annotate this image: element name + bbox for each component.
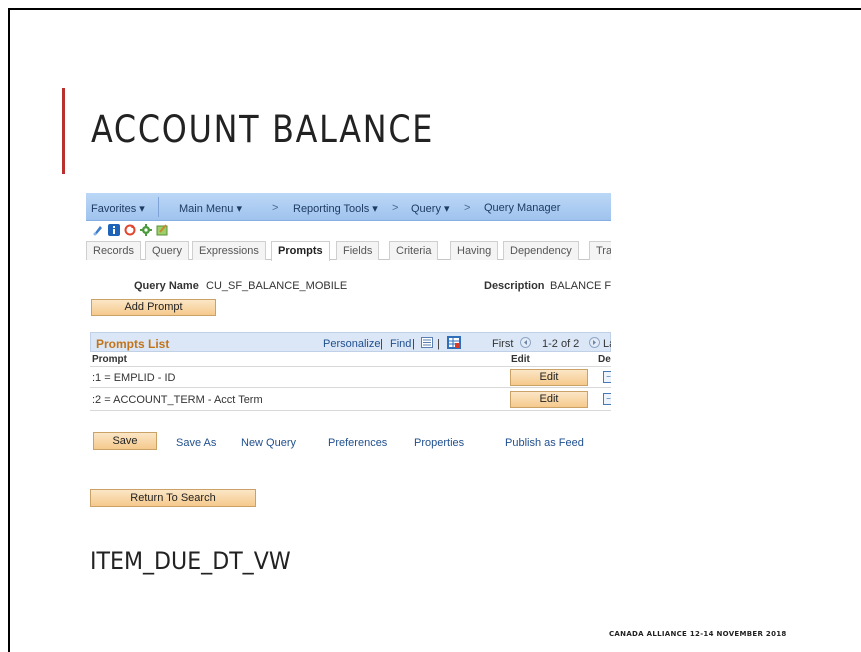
return-to-search-button[interactable]: Return To Search [90,489,256,507]
find-link[interactable]: Find [390,338,411,350]
breadcrumb-separator: > [272,202,279,214]
main-menu[interactable]: Main Menu ▾ [179,202,242,215]
tab-having[interactable]: Having [450,241,499,260]
query-tabs: Records Query Expressions Prompts Fields… [86,239,611,261]
table-row: :2 = ACCOUNT_TERM - Acct Term Edit − [90,389,611,411]
personalize-link[interactable]: Personalize [323,338,380,350]
favorites-menu[interactable]: Favorites ▾ [91,202,145,215]
nav-divider [158,197,159,217]
tab-records[interactable]: Records [86,241,141,260]
record-name-label: ITEM_DUE_DT_VW [90,547,291,575]
tab-criteria[interactable]: Criteria [389,241,439,260]
prompts-list-header: Prompts List Personalize | Find | | Firs… [90,332,611,352]
table-row: :1 = EMPLID - ID Edit − [90,366,611,388]
view-all-icon[interactable] [421,337,433,348]
add-prompt-button[interactable]: Add Prompt [91,299,216,316]
query-menu[interactable]: Query ▾ [411,202,450,215]
prompt-cell: :1 = EMPLID - ID [92,372,176,384]
last-label[interactable]: La [603,338,611,350]
breadcrumb-separator: > [392,202,399,214]
grid-separator: | [412,338,415,350]
tab-fields[interactable]: Fields [336,241,380,260]
download-icon[interactable] [447,336,461,349]
tab-dependency[interactable]: Dependency [503,241,579,260]
tab-prompts[interactable]: Prompts [271,241,330,261]
grid-separator: | [437,338,440,350]
edit-prompt-button[interactable]: Edit [510,391,588,408]
query-name-label: Query Name [134,280,199,292]
breadcrumb-separator: > [464,202,471,214]
first-label[interactable]: First [492,338,513,350]
save-button[interactable]: Save [93,432,157,450]
edit-prompt-button[interactable]: Edit [510,369,588,386]
description-value: BALANCE FO [550,280,611,292]
new-query-link[interactable]: New Query [241,437,296,449]
column-header-prompt: Prompt [92,354,127,365]
delete-row-icon[interactable]: − [603,393,611,405]
prompts-list-grid: Prompts List Personalize | Find | | Firs… [90,332,611,428]
edit-icon[interactable] [156,224,168,236]
slide-footer: CANADA ALLIANCE 12-14 NOVEMBER 2018 [609,630,787,638]
query-name-value: CU_SF_BALANCE_MOBILE [206,280,348,292]
peoplesoft-query-screenshot: Favorites ▾ Main Menu ▾ > Reporting Tool… [86,193,611,523]
settings-icon[interactable] [140,224,152,236]
tab-transformations[interactable]: Tra [589,241,611,260]
title-accent-bar [62,88,65,174]
info-icon[interactable] [108,224,120,236]
column-header-delete: Del [598,354,611,365]
query-manager-link[interactable]: Query Manager [484,202,560,214]
save-as-link[interactable]: Save As [176,437,216,449]
publish-as-feed-link[interactable]: Publish as Feed [505,437,584,449]
row-range: 1-2 of 2 [542,338,580,350]
preferences-link[interactable]: Preferences [328,437,387,449]
next-arrow-icon[interactable] [589,337,600,348]
description-label: Description [484,280,545,292]
prompts-list-title: Prompts List [96,337,170,351]
prompt-cell: :2 = ACCOUNT_TERM - Acct Term [92,394,263,406]
previous-arrow-icon[interactable] [520,337,531,348]
tab-expressions[interactable]: Expressions [192,241,266,260]
grid-separator: | [380,338,383,350]
help-icon[interactable] [92,224,104,236]
properties-link[interactable]: Properties [414,437,464,449]
delete-row-icon[interactable]: − [603,371,611,383]
navigation-bar: Favorites ▾ Main Menu ▾ > Reporting Tool… [86,193,611,221]
refresh-icon[interactable] [124,224,136,236]
reporting-tools-menu[interactable]: Reporting Tools ▾ [293,202,378,215]
column-header-edit: Edit [511,354,530,365]
slide-title: ACCOUNT BALANCE [91,108,435,151]
tab-query[interactable]: Query [145,241,189,260]
